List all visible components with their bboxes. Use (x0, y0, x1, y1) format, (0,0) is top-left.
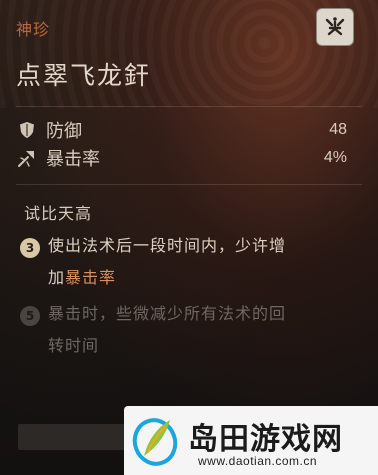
effect-text-prefix: 加 (48, 268, 66, 287)
tier-badge: 3 (20, 238, 40, 258)
stat-value: 48 (329, 121, 347, 138)
item-tooltip-card: 神珍 点翠飞龙釬 防御 48 暴击率 4% 试比天高 3 使出法术后一段时间内，… (0, 0, 378, 475)
curio-emblem-icon[interactable] (316, 8, 354, 46)
stat-row-defense: 防御 48 (16, 117, 347, 143)
watermark-title: 岛田游戏网 (188, 422, 343, 457)
effect-description: 使出法术后一段时间内，少许增 加暴击率 (48, 230, 286, 294)
watermark-url: www.daotian.com.cn (198, 454, 318, 468)
crit-icon (16, 147, 38, 169)
effect-line: 转时间 (48, 336, 100, 355)
stat-label: 防御 (46, 121, 82, 142)
effect-line: 暴击时，些微减少所有法术的回 (48, 304, 287, 323)
set-effect-tier-5: 5 暴击时，些微减少所有法术的回 转时间 (20, 304, 350, 362)
item-category: 神珍 (16, 20, 51, 39)
stat-value: 4% (323, 149, 347, 166)
shield-icon (16, 119, 38, 141)
watermark: 岛田游戏网 www.daotian.com.cn (124, 406, 378, 475)
watermark-logo (132, 418, 178, 466)
action-bar[interactable] (18, 424, 128, 450)
stat-label: 暴击率 (46, 149, 100, 170)
stats-divider (16, 184, 362, 185)
effect-line: 使出法术后一段时间内，少许增 (48, 236, 287, 255)
tier-badge: 5 (20, 306, 40, 326)
effect-keyword: 暴击率 (65, 268, 117, 287)
effect-description: 暴击时，些微减少所有法术的回 转时间 (48, 298, 286, 362)
item-name: 点翠飞龙釬 (16, 61, 152, 90)
header-divider (16, 106, 362, 107)
set-effect-tier-3: 3 使出法术后一段时间内，少许增 加暴击率 (20, 236, 350, 294)
set-bonus-title: 试比天高 (24, 204, 93, 223)
effect-line: 加暴击率 (48, 262, 286, 294)
stat-row-crit-rate: 暴击率 4% (16, 145, 347, 171)
